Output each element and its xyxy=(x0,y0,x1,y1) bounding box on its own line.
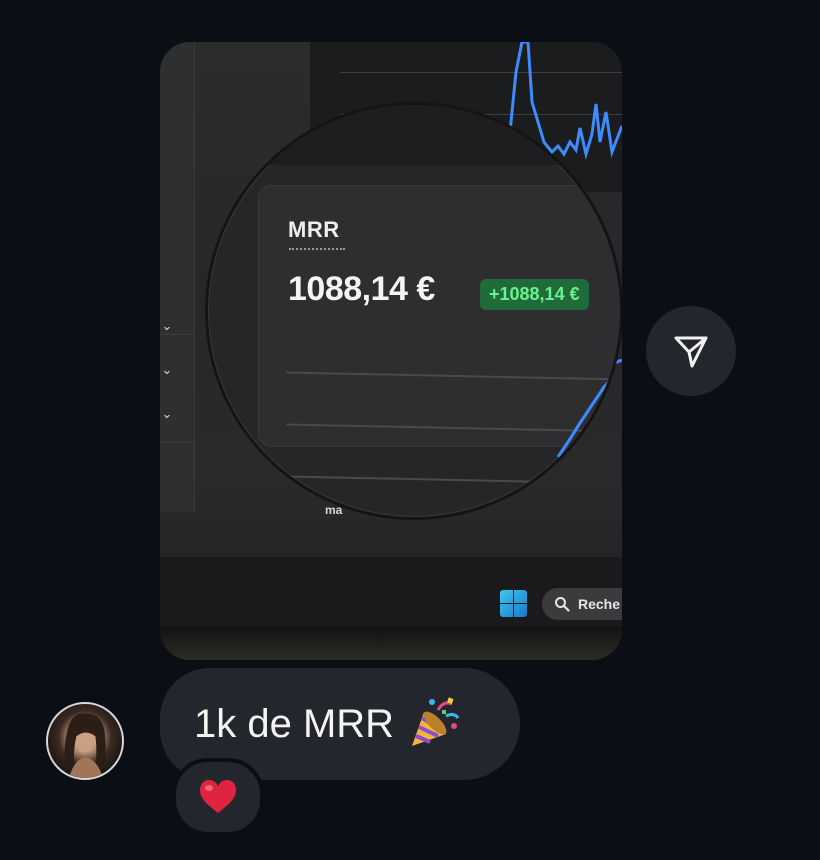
avatar[interactable] xyxy=(46,702,124,780)
chat-view: ⌄ ⌄ ⌄ ma Reche MRR 1088,14 € +1088,14 € xyxy=(0,0,820,860)
reaction-heart[interactable] xyxy=(172,758,264,836)
search-icon xyxy=(555,597,570,612)
photo-message[interactable]: ⌄ ⌄ ⌄ ma Reche MRR 1088,14 € +1088,14 € xyxy=(160,42,622,660)
taskbar-search-text: Reche xyxy=(578,596,621,612)
party-popper-icon xyxy=(412,697,460,746)
avatar-image xyxy=(64,713,106,778)
send-icon xyxy=(674,336,708,368)
message-text: 1k de MRR xyxy=(194,701,395,746)
taskbar-search: Reche xyxy=(542,588,622,620)
mrr-chart-line xyxy=(556,369,620,458)
share-button[interactable] xyxy=(646,306,736,396)
windows-logo-icon xyxy=(500,590,527,617)
heart-icon xyxy=(200,780,236,813)
magnifier-circle: MRR 1088,14 € +1088,14 € xyxy=(205,102,622,520)
